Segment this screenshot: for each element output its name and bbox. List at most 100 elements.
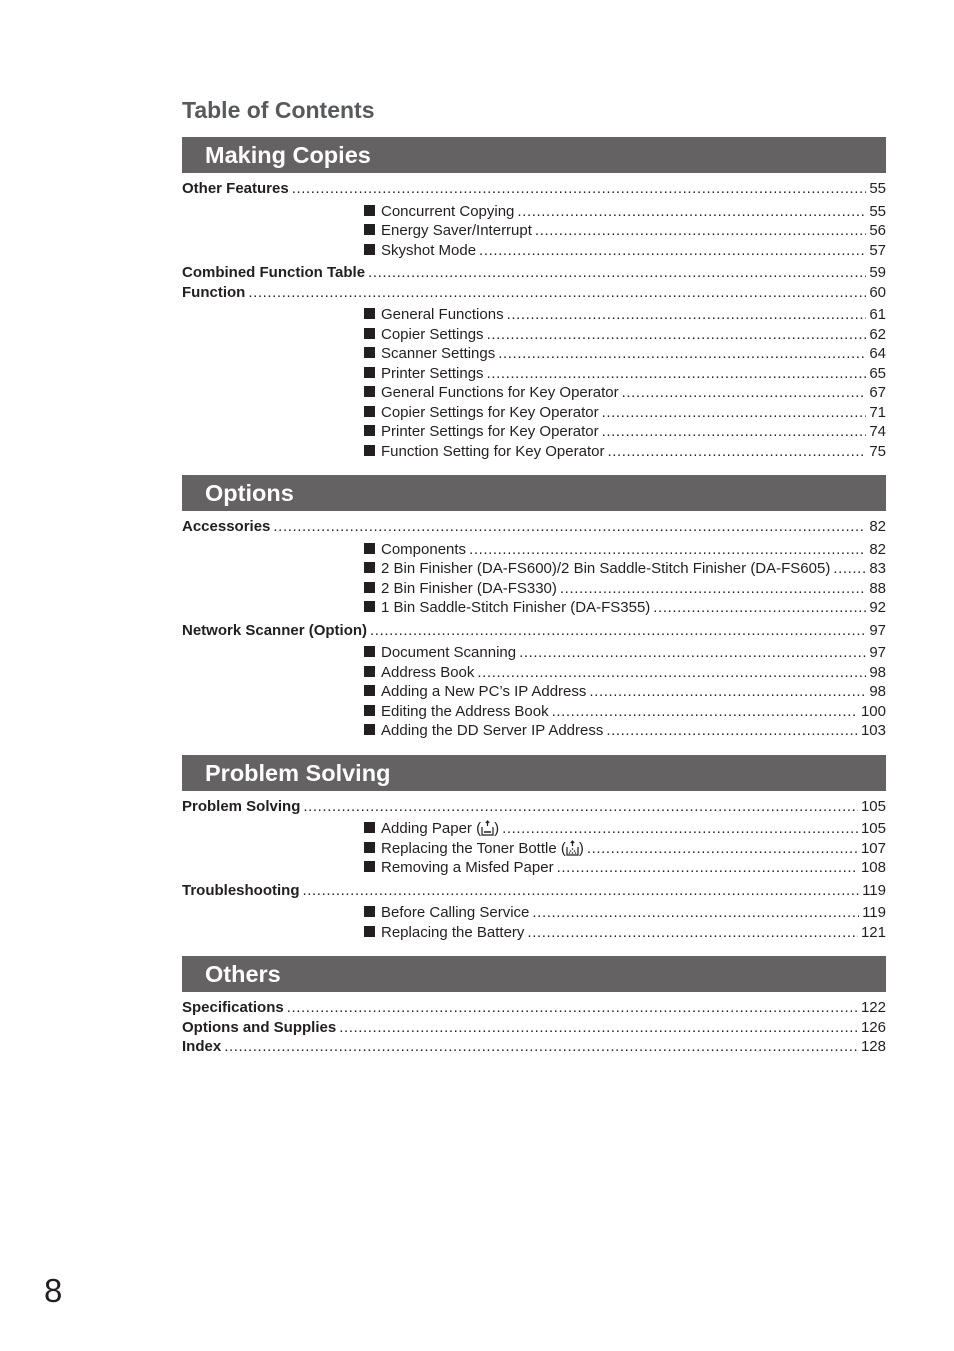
entry-label: 2 Bin Finisher (DA-FS330) [381,579,557,597]
square-bullet-icon [364,925,375,937]
page-ref: 65 [869,364,886,382]
toc-subentry-printer-settings[interactable]: Printer Settings 65 [182,364,886,384]
toc-entry-problem-solving[interactable]: Problem Solving 105 [182,797,886,817]
page-ref: 108 [860,859,886,876]
dot-leader [589,682,866,702]
entry-label: Removing a Misfed Paper [381,859,554,876]
toc-subentry-removing-a-misfed-paper[interactable]: Removing a Misfed Paper 108 [182,858,886,878]
entry-label: Energy Saver/Interrupt [381,222,532,239]
section-others: Others Specifications 122 Options and Suppl… [182,956,886,1057]
toc-subentry-copier-settings[interactable]: Copier Settings 62 [182,325,886,345]
dot-leader [527,923,858,943]
dot-leader [602,422,867,442]
dot-leader [602,403,867,423]
square-bullet-icon [364,665,375,677]
entry-label: Index [182,1038,222,1055]
square-bullet-icon [364,601,375,612]
toc-subentry-adding-paper[interactable]: Adding Paper () 105 [182,819,886,839]
page-ref: 61 [869,306,886,323]
square-bullet-icon [364,841,375,853]
toc-subentry-replacing-the-toner-bottle[interactable]: Replacing the Toner Bottle () 107 [182,839,886,859]
entry-label: Editing the Address Book [381,702,549,720]
page-ref: 122 [860,999,886,1016]
toc-entry-index[interactable]: Index 128 [182,1037,886,1057]
toc-subentry-editing-the-address-book[interactable]: Editing the Address Book 100 [182,702,886,722]
dot-leader [370,621,866,641]
square-bullet-icon [364,327,375,339]
toc-subentry-replacing-the-battery[interactable]: Replacing the Battery 121 [182,923,886,943]
page-ref: 75 [869,442,886,460]
toc-entry-options-and-supplies[interactable]: Options and Supplies 126 [182,1018,886,1038]
dot-leader [653,598,866,618]
dot-leader [519,643,866,663]
dot-leader [517,202,866,222]
toc-subentry-energy-saver-interrupt[interactable]: Energy Saver/Interrupt 56 [182,221,886,241]
section-problem-solving: Problem Solving Problem Solving105Adding … [182,754,886,943]
toc-entry-combined-function-table[interactable]: Combined Function Table 59 [182,263,886,283]
dot-leader [287,998,858,1018]
toc-subentry-2-bin-finisher-da-fs600-2-bin-saddle-stitch-finisher-da-fs605[interactable]: 2 Bin Finisher (DA-FS600)/2 Bin Saddle-S… [182,559,886,579]
toc-subentry-document-scanning[interactable]: Document Scanning 97 [182,643,886,663]
toc-subentry-2-bin-finisher-da-fs330[interactable]: 2 Bin Finisher (DA-FS330) 88 [182,579,886,599]
page-ref: 62 [869,325,886,343]
dot-leader [498,344,866,364]
toner-bottle-icon: () [556,839,584,857]
dot-leader [552,702,858,722]
toc-entry-specifications[interactable]: Specifications 122 [182,998,886,1018]
toc-subentry-skyshot-mode[interactable]: Skyshot Mode 57 [182,241,886,261]
dot-leader [532,903,859,923]
section-options: Options Accessories 82 Components 82 2 Bin Fi… [182,475,886,741]
page-ref: 82 [869,518,886,535]
toc-subentry-before-calling-service[interactable]: Before Calling Service 119 [182,903,886,923]
section-heading: Making Copies [182,137,886,173]
dot-leader [560,579,866,599]
toc-subentry-components[interactable]: Components 82 [182,540,886,560]
page-ref: 128 [860,1038,886,1055]
toc-subentry-copier-settings-for-key-operator[interactable]: Copier Settings for Key Operator 71 [182,403,886,423]
toc-subentry-concurrent-copying[interactable]: Concurrent Copying 55 [182,202,886,222]
toc-entry-other-features[interactable]: Other Features 55 [182,179,886,199]
page-ref: 55 [869,202,886,220]
toc-entry-function[interactable]: Function 60 [182,283,886,303]
square-bullet-icon [364,822,375,833]
page-ref: 107 [860,839,886,857]
toc-entry-network-scanner-option[interactable]: Network Scanner (Option) 97 [182,621,886,641]
toc-entry-troubleshooting[interactable]: Troubleshooting 119 [182,881,886,901]
toc-subentry-scanner-settings[interactable]: Scanner Settings 64 [182,344,886,364]
section-heading: Problem Solving [182,754,886,791]
toc-subentry-1-bin-saddle-stitch-finisher-da-fs355[interactable]: 1 Bin Saddle-Stitch Finisher (DA-FS355) 9… [182,598,886,618]
dot-leader [469,540,866,560]
entry-label: Adding the DD Server IP Address [381,722,604,739]
page-ref: 98 [869,663,886,681]
toc-subentry-address-book[interactable]: Address Book 98 [182,663,886,683]
entry-label: Copier Settings for Key Operator [381,403,599,421]
dot-leader [273,517,866,537]
toc-subentry-general-functions-for-key-operator[interactable]: General Functions for Key Operator 67 [182,383,886,403]
entry-label: Specifications [182,999,284,1016]
toc-subentry-adding-a-new-pc-s-ip-address[interactable]: Adding a New PC’s IP Address 98 [182,682,886,702]
toc-subentry-printer-settings-for-key-operator[interactable]: Printer Settings for Key Operator 74 [182,422,886,442]
page-ref: 92 [869,599,886,616]
square-bullet-icon [364,386,375,397]
page-number: 8 [44,1272,63,1309]
page-ref: 83 [869,560,886,577]
dot-leader [487,325,867,345]
dot-leader [303,881,860,901]
dot-leader [607,442,866,462]
toc-subentry-adding-the-dd-server-ip-address[interactable]: Adding the DD Server IP Address 103 [182,721,886,741]
entry-label: Options and Supplies [182,1018,337,1036]
square-bullet-icon [364,204,375,216]
toc-subentry-function-setting-for-key-operator[interactable]: Function Setting for Key Operator 75 [182,442,886,462]
page-ref: 119 [862,881,886,899]
dot-leader [248,283,866,303]
page-ref: 98 [869,683,886,700]
toc-subentry-general-functions[interactable]: General Functions 61 [182,305,886,325]
square-bullet-icon [364,646,375,657]
entry-label: Document Scanning [381,644,517,661]
entry-label: Function Setting for Key Operator [381,442,605,460]
square-bullet-icon [364,308,375,319]
entry-label: General Functions [381,306,504,323]
square-bullet-icon [364,861,375,872]
toc-entry-accessories[interactable]: Accessories 82 [182,517,886,537]
square-bullet-icon [364,581,375,593]
